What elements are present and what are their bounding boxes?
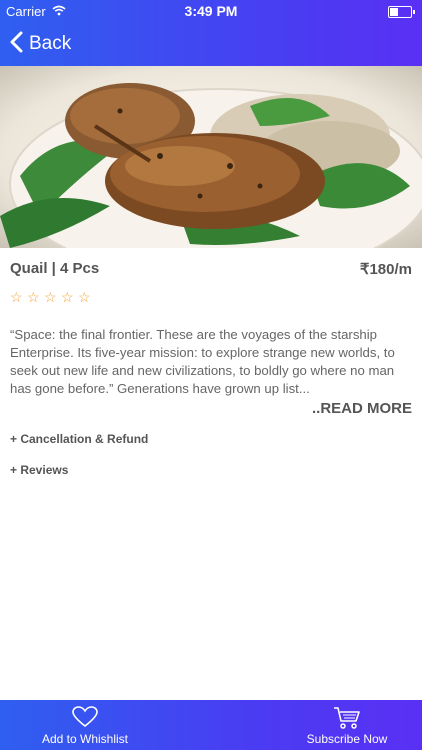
product-image [0, 66, 422, 248]
back-label: Back [29, 33, 72, 54]
rating-stars[interactable]: ☆ ☆ ☆ ☆ ☆ [10, 290, 92, 304]
subscribe-label: Subscribe Now [306, 732, 388, 746]
star-outline-icon[interactable]: ☆ [10, 290, 24, 304]
star-outline-icon[interactable]: ☆ [78, 290, 92, 304]
product-price: ₹180/m [359, 261, 412, 278]
back-button[interactable]: Back [10, 29, 71, 59]
bottom-action-bar: Add to Whishlist Subscribe Now [0, 700, 422, 750]
battery-icon [388, 6, 415, 18]
star-outline-icon[interactable]: ☆ [61, 290, 75, 304]
star-outline-icon[interactable]: ☆ [44, 290, 58, 304]
status-time: 3:49 PM [184, 3, 238, 19]
chevron-left-icon [10, 31, 23, 58]
status-bar: Carrier 3:49 PM [0, 0, 422, 22]
heart-icon [72, 706, 98, 733]
add-to-wishlist-button[interactable]: Add to Whishlist [0, 700, 170, 750]
subscribe-now-button[interactable]: Subscribe Now [262, 700, 422, 750]
product-title: Quail | 4 Pcs [10, 260, 100, 277]
cart-icon [333, 706, 361, 735]
cancellation-refund-toggle[interactable]: + Cancellation & Refund [10, 432, 148, 446]
title-row: Quail | 4 Pcs ₹180/m [10, 260, 412, 282]
product-description: “Space: the final frontier. These are th… [10, 327, 395, 396]
reviews-toggle[interactable]: + Reviews [10, 463, 68, 477]
wishlist-label: Add to Whishlist [41, 732, 129, 746]
read-more-link[interactable]: ..READ MORE [312, 400, 412, 417]
header-bar: Carrier 3:49 PM Back [0, 0, 422, 66]
star-outline-icon[interactable]: ☆ [27, 290, 41, 304]
